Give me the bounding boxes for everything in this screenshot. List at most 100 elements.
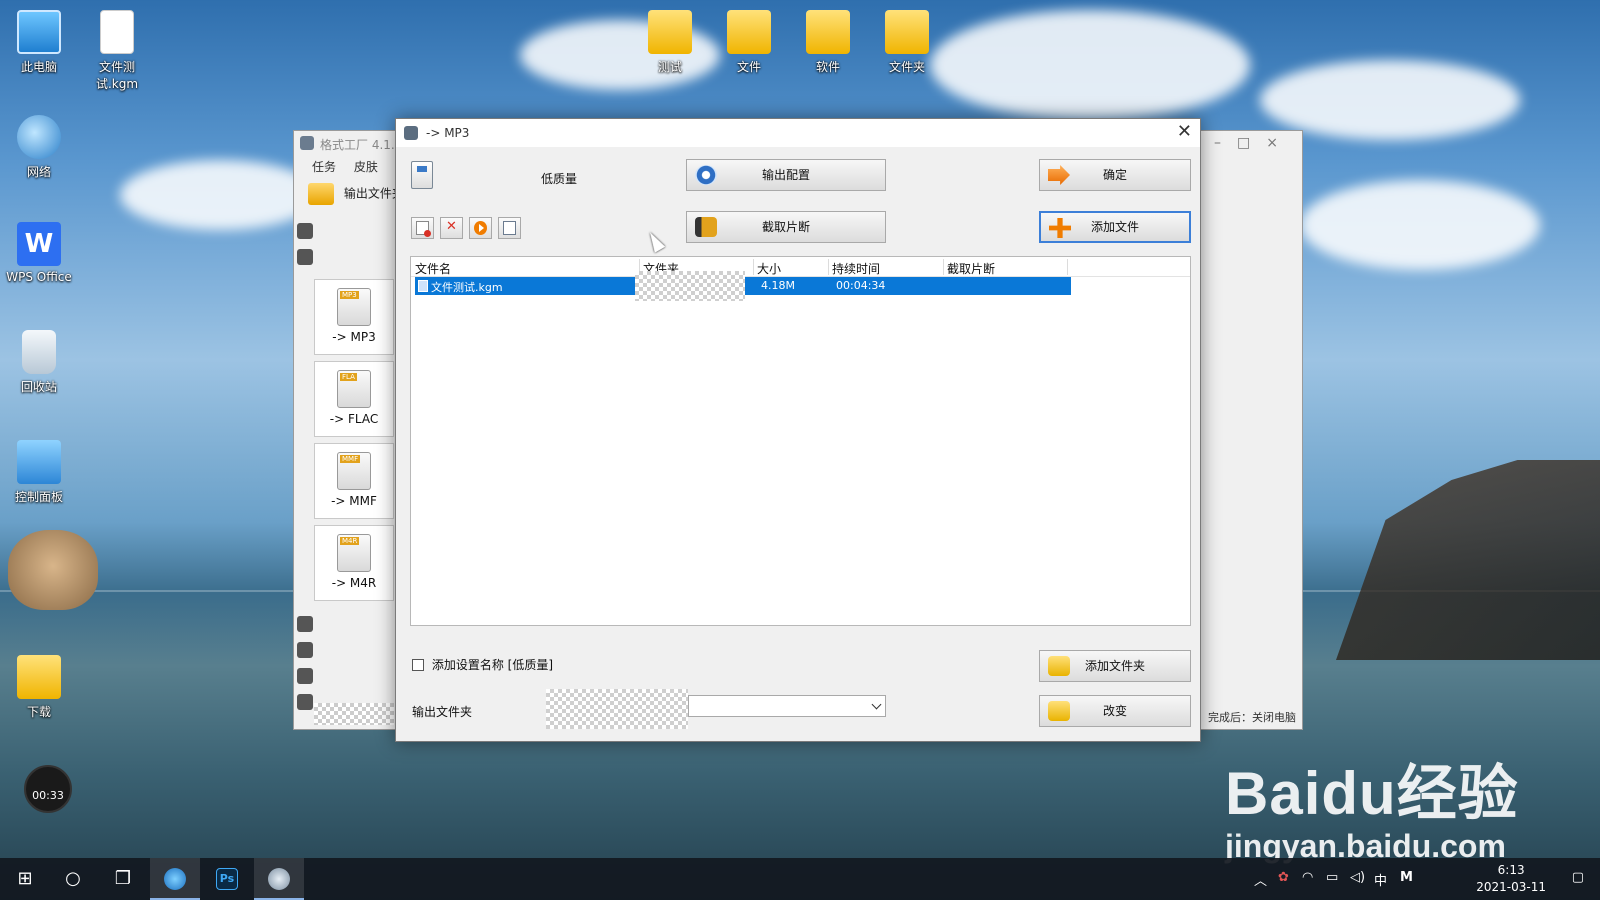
menu-task[interactable]: 任务 [312,160,336,174]
output-config-button[interactable]: 输出配置 [686,159,886,191]
cloud [120,160,320,230]
volume-icon[interactable]: ◁) [1350,870,1365,885]
dialog-titlebar[interactable]: -> MP3 ✕ [396,119,1200,147]
desktop-icon-kgm-file[interactable]: 文件测试.kgm [80,10,154,92]
cell-duration: 00:04:34 [836,279,886,292]
info-icon [503,221,516,235]
sheet-folder-icon [885,10,929,54]
folder-plus-icon [1048,656,1070,676]
tile-badge: M4R [340,537,360,545]
clip-button[interactable]: 截取片断 [686,211,886,243]
close-button[interactable]: ✕ [1177,121,1192,142]
clock[interactable]: 6:13 2021-03-11 [1476,862,1546,896]
ime-mode-indicator[interactable]: M [1400,870,1413,885]
column-separator [828,259,829,275]
mp3-quality-icon [411,161,433,189]
rom-category-icon[interactable] [297,668,313,684]
download-folder-icon [17,655,61,699]
category-sidebar [294,213,314,265]
mmf-icon: MMF [337,452,371,490]
sogou-browser-icon[interactable] [150,858,200,900]
desktop-icon-computer[interactable]: 此电脑 [2,10,76,75]
photoshop-icon[interactable]: Ps [202,858,252,900]
desktop-icon-folder[interactable]: 文件夹 [870,10,944,75]
m4r-icon: M4R [337,534,371,572]
tile-label: -> MP3 [332,330,376,344]
document-category-icon[interactable] [297,642,313,658]
dialog-title: -> MP3 [426,126,470,140]
mp3-convert-dialog[interactable]: -> MP3 ✕ 低质量 输出配置 截取片断 确定 添加文件 ✕ 文件名 文件夹… [395,118,1201,742]
column-duration[interactable]: 持续时间 [832,260,880,277]
ime-indicator[interactable]: 中 [1374,870,1387,889]
desktop-icon-label: WPS Office [6,270,72,284]
folder-icon [1048,701,1070,721]
list-header: 文件名 文件夹 大小 持续时间 截取片断 [411,257,1190,277]
cat-widget[interactable] [8,530,98,610]
wifi-icon[interactable]: ◠ [1302,870,1313,885]
window-controls[interactable]: –□× [1214,135,1294,151]
battery-icon[interactable]: ▭ [1326,870,1338,885]
add-name-option[interactable]: 添加设置名称 [低质量] [412,656,553,673]
output-folder-dropdown[interactable] [688,695,886,717]
desktop-icon-label: 网络 [26,165,51,179]
network-icon [17,115,61,159]
tile-to-mp3[interactable]: MP3 -> MP3 [314,279,394,355]
file-list[interactable]: 文件名 文件夹 大小 持续时间 截取片断 文件测试.kgm 4.18M 00:0… [410,256,1191,626]
flower-app-icon[interactable]: ✿ [1278,870,1289,885]
arrow-right-icon [1048,165,1070,185]
menu-skin[interactable]: 皮肤 [354,160,378,174]
button-label: 添加文件夹 [1084,659,1145,673]
window-title: 格式工厂 4.1.0 [320,138,403,152]
table-row[interactable]: 文件测试.kgm 4.18M 00:04:34 [415,271,1071,301]
desktop-icon-wps[interactable]: W WPS Office [2,222,76,284]
add-file-button[interactable]: 添加文件 [1039,211,1191,243]
status-text: 完成后：关闭电脑 [1208,711,1296,724]
desktop-icon-network[interactable]: 网络 [2,115,76,180]
audio-category-icon[interactable] [297,249,313,265]
column-filename[interactable]: 文件名 [415,260,451,277]
column-size[interactable]: 大小 [757,260,781,277]
desktop-icon-recycle-bin[interactable]: 回收站 [2,330,76,395]
delete-button[interactable]: ✕ [440,217,463,239]
tools-category-icon[interactable] [297,694,313,710]
add-name-checkbox[interactable] [412,659,424,671]
watermark-brand: Bai [1225,760,1322,827]
desktop-icon-label: 回收站 [20,380,57,394]
tile-to-mmf[interactable]: MMF -> MMF [314,443,394,519]
category-sidebar-lower [294,606,314,710]
play-button[interactable] [469,217,492,239]
new-task-button[interactable] [411,217,434,239]
desktop-icon-control-panel[interactable]: 控制面板 [2,440,76,505]
search-icon[interactable]: ○ [48,858,98,900]
desktop-icon-test-folder[interactable]: 测试 [633,10,707,75]
watermark-suffix: 经验 [1396,760,1519,827]
add-folder-button[interactable]: 添加文件夹 [1039,650,1191,682]
info-button[interactable] [498,217,521,239]
watermark-paw: du [1321,760,1397,827]
column-clip[interactable]: 截取片断 [947,260,995,277]
desktop-icon-label: 测试 [657,60,682,74]
ok-button[interactable]: 确定 [1039,159,1191,191]
desktop-icon-file-folder[interactable]: 文件 [712,10,786,75]
system-tray: ︿ ✿ ◠ ▭ ◁) 中 M 6:13 2021-03-11 ▢ [1240,858,1600,900]
image-category-icon[interactable] [297,616,313,632]
task-view-icon[interactable]: ❐ [98,858,148,900]
change-folder-button[interactable]: 改变 [1039,695,1191,727]
tile-badge: FLA [340,373,357,381]
file-icon [418,280,428,292]
tile-to-flac[interactable]: FLA -> FLAC [314,361,394,437]
notification-icon[interactable]: ▢ [1572,870,1584,885]
cloud [1300,180,1540,270]
quality-label: 低质量 [541,172,578,186]
format-factory-icon[interactable] [254,858,304,900]
tile-to-m4r[interactable]: M4R -> M4R [314,525,394,601]
desktop-icon-software-folder[interactable]: 软件 [791,10,865,75]
desktop-icon-downloads[interactable]: 下载 [2,655,76,720]
chevron-up-icon[interactable]: ︿ [1254,870,1267,889]
video-category-icon[interactable] [297,223,313,239]
start-icon[interactable]: ⊞ [0,858,50,900]
cell-folder-redacted [635,271,745,301]
timer-widget[interactable]: 00:33 [24,765,72,813]
desktop-icon-label: 控制面板 [14,490,63,504]
word-folder-icon [727,10,771,54]
